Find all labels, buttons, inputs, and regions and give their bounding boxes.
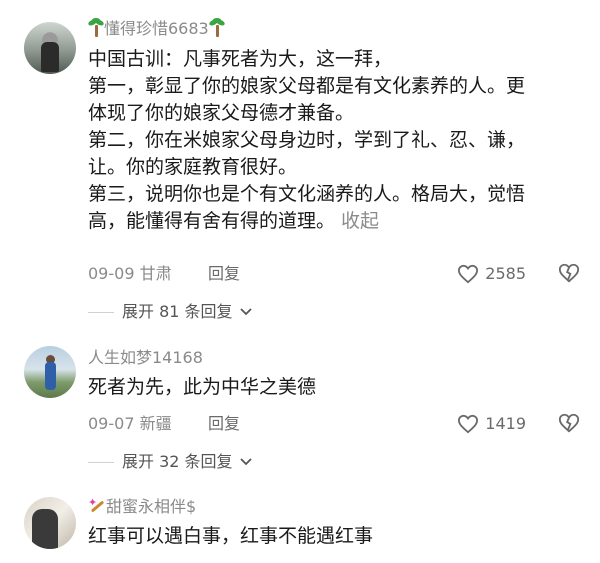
username-text: 懂得珍惜6683 xyxy=(104,19,209,38)
username-text: 人生如梦14168 xyxy=(88,348,203,367)
comment-line: 中国古训：凡事死者为大，这一拜， xyxy=(88,48,393,70)
dislike-button[interactable] xyxy=(558,262,580,291)
expand-label: 展开 81 条回复 xyxy=(122,302,233,321)
comment-line: 高，能懂得有舍有得的道理。 xyxy=(88,210,336,232)
expand-replies-button[interactable]: 展开 81 条回复 xyxy=(88,301,253,323)
palm-tree-icon xyxy=(208,18,226,37)
expand-replies-button[interactable]: 展开 32 条回复 xyxy=(88,451,253,473)
reply-button[interactable]: 回复 xyxy=(208,262,240,286)
expand-label: 展开 32 条回复 xyxy=(122,452,233,471)
palm-tree-icon xyxy=(87,18,105,37)
avatar[interactable] xyxy=(24,346,76,398)
avatar[interactable] xyxy=(24,497,76,549)
comment-line: 第二，你在米娘家父母身边时，学到了礼、忍、谦， xyxy=(88,129,526,151)
comment-line: 死者为先，此为中华之美德 xyxy=(88,376,317,398)
heart-outline-icon xyxy=(458,264,479,284)
comment-username[interactable]: ✦ 甜蜜永相伴$ xyxy=(88,497,196,517)
collapse-button[interactable]: 收起 xyxy=(341,210,379,232)
comment-meta: 09-07 新疆 回复 1419 xyxy=(88,412,588,436)
reply-button[interactable]: 回复 xyxy=(208,412,240,436)
broken-heart-icon xyxy=(558,413,580,433)
comment-text: 中国古训：凡事死者为大，这一拜， 第一，彰显了你的娘家父母都是有文化素养的人。更… xyxy=(88,46,588,235)
date-location: 09-09 甘肃 xyxy=(88,264,172,283)
comment-text: 红事可以遇白事，红事不能遇红事 xyxy=(88,523,588,550)
comment-line: 第一，彰显了你的娘家父母都是有文化素养的人。更 xyxy=(88,75,526,97)
broken-heart-icon xyxy=(558,263,580,283)
divider xyxy=(88,461,114,463)
date-location: 09-07 新疆 xyxy=(88,414,172,433)
comment-line: 红事可以遇白事，红事不能遇红事 xyxy=(88,525,374,547)
comment-line: 体现了你的娘家父母德才兼备。 xyxy=(88,102,355,124)
heart-outline-icon xyxy=(458,414,479,434)
chevron-down-icon xyxy=(239,308,252,316)
chevron-down-icon xyxy=(239,458,252,466)
comment-line: 让。你的家庭教育很好。 xyxy=(88,156,298,178)
username-text: 甜蜜永相伴$ xyxy=(106,497,197,516)
magic-wand-icon: ✦ xyxy=(88,497,106,515)
like-count: 2585 xyxy=(485,264,526,283)
like-count: 1419 xyxy=(485,414,526,433)
comment-username[interactable]: 懂得珍惜6683 xyxy=(87,18,226,39)
divider xyxy=(88,311,114,313)
like-button[interactable]: 2585 xyxy=(457,262,526,286)
dislike-button[interactable] xyxy=(558,412,580,441)
comment-text: 死者为先，此为中华之美德 xyxy=(88,374,588,401)
comment-meta: 09-09 甘肃 回复 2585 xyxy=(88,262,588,286)
avatar[interactable] xyxy=(24,22,76,74)
comment-username[interactable]: 人生如梦14168 xyxy=(88,348,203,368)
like-button[interactable]: 1419 xyxy=(457,412,526,436)
comment-line: 第三，说明你也是个有文化涵养的人。格局大，觉悟 xyxy=(88,183,526,205)
